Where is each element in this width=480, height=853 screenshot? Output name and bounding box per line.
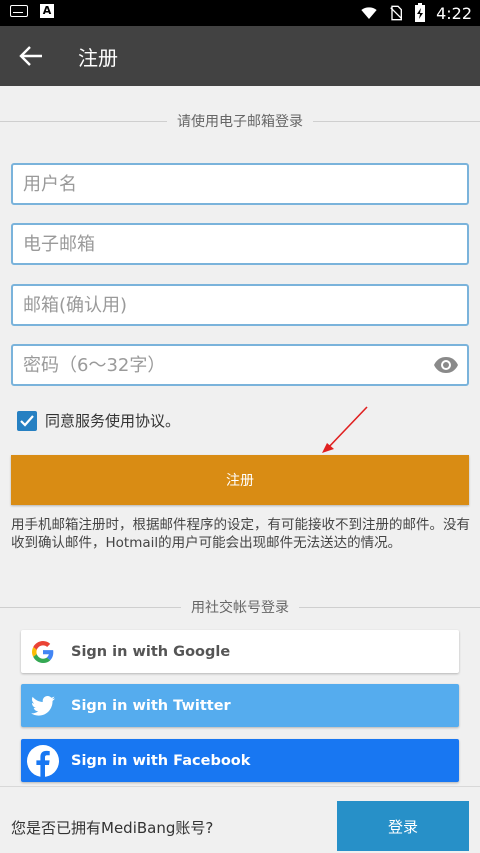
divider (0, 606, 181, 608)
clock: 4:22 (436, 3, 472, 23)
divider (0, 120, 167, 122)
eye-icon[interactable] (433, 355, 459, 375)
facebook-signin-label: Sign in with Facebook (71, 752, 251, 769)
password-field-box (11, 344, 469, 386)
google-signin-label: Sign in with Google (71, 643, 231, 660)
username-input[interactable] (21, 172, 459, 196)
have-account-text: 您是否已拥有MediBang账号? (11, 819, 214, 837)
twitter-bird-icon (23, 684, 63, 727)
social-login-heading: 用社交帐号登录 (0, 597, 480, 617)
google-signin-button[interactable]: Sign in with Google (21, 630, 459, 673)
bottom-bar: 您是否已拥有MediBang账号? 登录 (0, 786, 480, 853)
email-field-box (11, 223, 469, 265)
register-button[interactable]: 注册 (11, 455, 469, 505)
divider (313, 120, 480, 122)
agree-label[interactable]: 同意服务使用协议。 (45, 410, 180, 431)
divider (299, 606, 480, 608)
a-notification-icon: A (40, 4, 54, 18)
agree-terms-row: 同意服务使用协议。 (17, 410, 180, 431)
agree-checkbox[interactable] (17, 410, 37, 431)
facebook-signin-button[interactable]: Sign in with Facebook (21, 739, 459, 782)
back-arrow-icon[interactable] (18, 44, 44, 68)
facebook-logo-icon (23, 739, 63, 782)
login-button[interactable]: 登录 (337, 801, 469, 851)
annotation-arrow-icon (322, 406, 368, 453)
wifi-icon (361, 7, 377, 19)
email-login-heading: 请使用电子邮箱登录 (0, 111, 480, 131)
check-icon (20, 414, 34, 427)
password-input[interactable] (21, 353, 433, 377)
notice-text: 用手机邮箱注册时，根据邮件程序的设定，有可能接收不到注册的邮件。没有收到确认邮件… (11, 517, 470, 551)
no-sim-icon (390, 5, 403, 21)
email-confirm-input[interactable] (21, 293, 459, 317)
email-input[interactable] (21, 232, 459, 256)
keyboard-icon (10, 5, 28, 17)
battery-charging-icon (415, 3, 426, 22)
twitter-signin-button[interactable]: Sign in with Twitter (21, 684, 459, 727)
email-confirm-field-box (11, 284, 469, 326)
username-field-box (11, 163, 469, 205)
google-logo-icon (23, 630, 63, 673)
twitter-signin-label: Sign in with Twitter (71, 697, 231, 714)
page-title: 注册 (78, 46, 118, 70)
app-bar: 注册 (0, 26, 480, 86)
status-bar: A 4:22 (0, 0, 480, 26)
